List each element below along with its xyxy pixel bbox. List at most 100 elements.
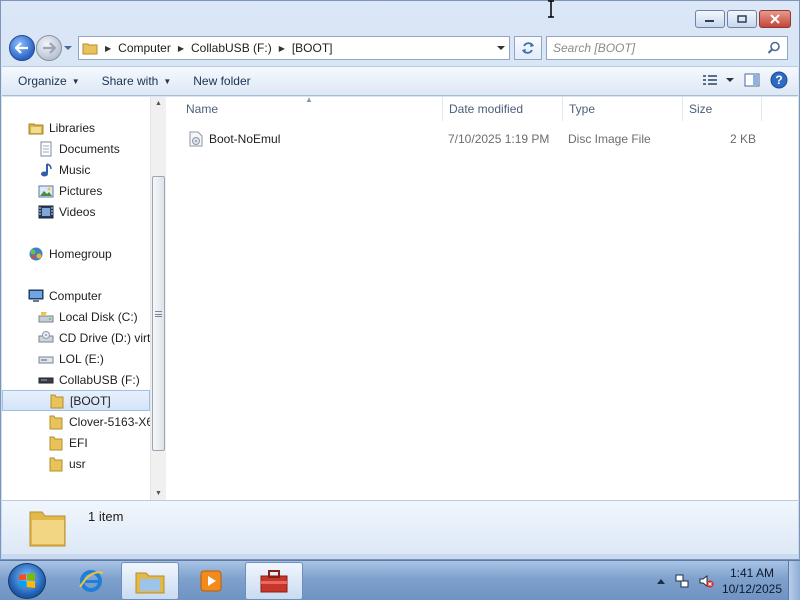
scrollbar-thumb[interactable]: [152, 176, 165, 451]
column-header-name[interactable]: Name ▲: [167, 95, 442, 121]
column-label: Size: [689, 102, 713, 116]
breadcrumb-collabusb[interactable]: CollabUSB (F:): [188, 37, 275, 59]
minimize-icon: [705, 20, 714, 22]
search-placeholder: Search [BOOT]: [553, 41, 636, 55]
nav-item-efi[interactable]: EFI: [2, 432, 150, 453]
minimize-button[interactable]: [695, 10, 725, 28]
file-date-modified: 7/10/2025 1:19 PM: [448, 132, 550, 146]
address-dropdown[interactable]: [497, 37, 505, 59]
breadcrumb-separator[interactable]: ▶: [275, 44, 289, 53]
text-cursor-icon: [548, 0, 554, 18]
forward-button[interactable]: [36, 35, 62, 61]
back-button[interactable]: [9, 35, 35, 61]
organize-menu[interactable]: Organize ▼: [18, 74, 80, 88]
address-row: ▶ Computer ▶ CollabUSB (F:) ▶ [BOOT] Sea…: [9, 34, 791, 62]
nav-item-label: CollabUSB (F:): [59, 372, 140, 387]
show-hidden-icons-button[interactable]: [656, 577, 666, 585]
folder-large-icon: [29, 511, 66, 547]
nav-item-collabusb[interactable]: CollabUSB (F:): [2, 369, 150, 390]
maximize-button[interactable]: [727, 10, 757, 28]
scroll-down-icon[interactable]: ▼: [155, 490, 162, 497]
clock-date: 10/12/2025: [721, 582, 782, 596]
folder-icon: [48, 435, 64, 451]
change-view-button[interactable]: [702, 73, 734, 87]
recent-pages-dropdown[interactable]: [62, 35, 74, 61]
search-icon[interactable]: [767, 41, 781, 55]
usb-drive-icon: [38, 372, 54, 388]
breadcrumb-separator[interactable]: ▶: [101, 44, 115, 53]
view-details-icon: [703, 75, 717, 85]
taskbar-windows-explorer[interactable]: [121, 562, 179, 600]
nav-item-homegroup[interactable]: Homegroup: [2, 243, 150, 264]
nav-item-pictures[interactable]: Pictures: [2, 180, 150, 201]
close-button[interactable]: [759, 10, 791, 28]
nav-item-boot[interactable]: [BOOT]: [2, 390, 150, 411]
column-header-size[interactable]: Size: [682, 97, 762, 121]
column-label: Date modified: [449, 102, 524, 116]
share-with-menu[interactable]: Share with ▼: [102, 74, 172, 88]
scroll-up-icon[interactable]: ▲: [155, 100, 162, 107]
taskbar-toolbox-app[interactable]: [245, 562, 303, 600]
chevron-up-icon: [656, 579, 665, 584]
nav-item-usr[interactable]: usr: [2, 453, 150, 474]
media-player-icon: [200, 570, 222, 592]
nav-item-label: LOL (E:): [59, 351, 104, 366]
chevron-down-icon: [726, 78, 734, 82]
nav-item-libraries[interactable]: Libraries: [2, 117, 150, 138]
breadcrumb-separator[interactable]: ▶: [174, 44, 188, 53]
clock-time: 1:41 AM: [729, 566, 774, 580]
refresh-button[interactable]: [514, 36, 542, 60]
nav-item-computer[interactable]: Computer: [2, 285, 150, 306]
file-type: Disc Image File: [568, 132, 651, 146]
preview-pane-icon[interactable]: [744, 73, 760, 87]
share-with-label: Share with: [101, 74, 159, 88]
help-icon[interactable]: ?: [770, 71, 788, 89]
clock[interactable]: 1:41 AM 10/12/2025: [722, 565, 782, 597]
content-area: Libraries Documents Music Pictures Video…: [2, 95, 798, 500]
chevron-down-icon: ▼: [163, 76, 172, 86]
file-size: 2 KB: [729, 132, 756, 146]
command-bar: Organize ▼ Share with ▼ New folder ?: [2, 66, 798, 96]
new-folder-button[interactable]: New folder: [193, 74, 250, 88]
table-row[interactable]: Boot-NoEmul 7/10/2025 1:19 PM Disc Image…: [167, 129, 798, 149]
taskbar-media-player[interactable]: [182, 562, 240, 600]
nav-item-music[interactable]: Music: [2, 159, 150, 180]
chevron-down-icon: [497, 46, 505, 50]
chevron-down-icon: ▼: [71, 76, 80, 86]
music-icon: [38, 162, 54, 178]
file-name: Boot-NoEmul: [209, 132, 281, 146]
network-icon[interactable]: [674, 573, 690, 589]
start-button[interactable]: [8, 563, 46, 599]
show-desktop-button[interactable]: [788, 561, 800, 600]
internet-explorer-icon: [79, 570, 104, 592]
breadcrumb-boot[interactable]: [BOOT]: [289, 37, 336, 59]
nav-item-label: Local Disk (C:): [59, 309, 138, 324]
nav-scrollbar[interactable]: ▲ ▼: [150, 97, 166, 500]
nav-item-documents[interactable]: Documents: [2, 138, 150, 159]
nav-item-clover[interactable]: Clover-5163-X6: [2, 411, 150, 432]
breadcrumb-computer[interactable]: Computer: [115, 37, 174, 59]
address-bar[interactable]: ▶ Computer ▶ CollabUSB (F:) ▶ [BOOT]: [78, 36, 510, 60]
nav-item-label: Homegroup: [49, 246, 112, 261]
nav-item-videos[interactable]: Videos: [2, 201, 150, 222]
arrow-left-icon: [15, 42, 28, 54]
column-header-type[interactable]: Type: [562, 97, 682, 121]
new-folder-label: New folder: [193, 74, 251, 88]
folder-icon: [48, 456, 64, 472]
nav-item-label: Videos: [59, 204, 96, 219]
nav-item-lol[interactable]: LOL (E:): [2, 348, 150, 369]
navigation-pane: Libraries Documents Music Pictures Video…: [2, 97, 166, 500]
column-header-date-modified[interactable]: Date modified: [442, 97, 562, 121]
taskbar-internet-explorer[interactable]: [62, 562, 120, 600]
nav-item-label: EFI: [69, 435, 88, 450]
folder-icon: [49, 393, 65, 409]
documents-icon: [38, 141, 54, 157]
nav-item-cd-drive[interactable]: CD Drive (D:) virt: [2, 327, 150, 348]
nav-item-local-disk[interactable]: Local Disk (C:): [2, 306, 150, 327]
caption-buttons: [695, 10, 791, 28]
volume-muted-icon[interactable]: [698, 573, 714, 589]
search-input[interactable]: Search [BOOT]: [546, 36, 788, 60]
homegroup-icon: [28, 246, 44, 262]
